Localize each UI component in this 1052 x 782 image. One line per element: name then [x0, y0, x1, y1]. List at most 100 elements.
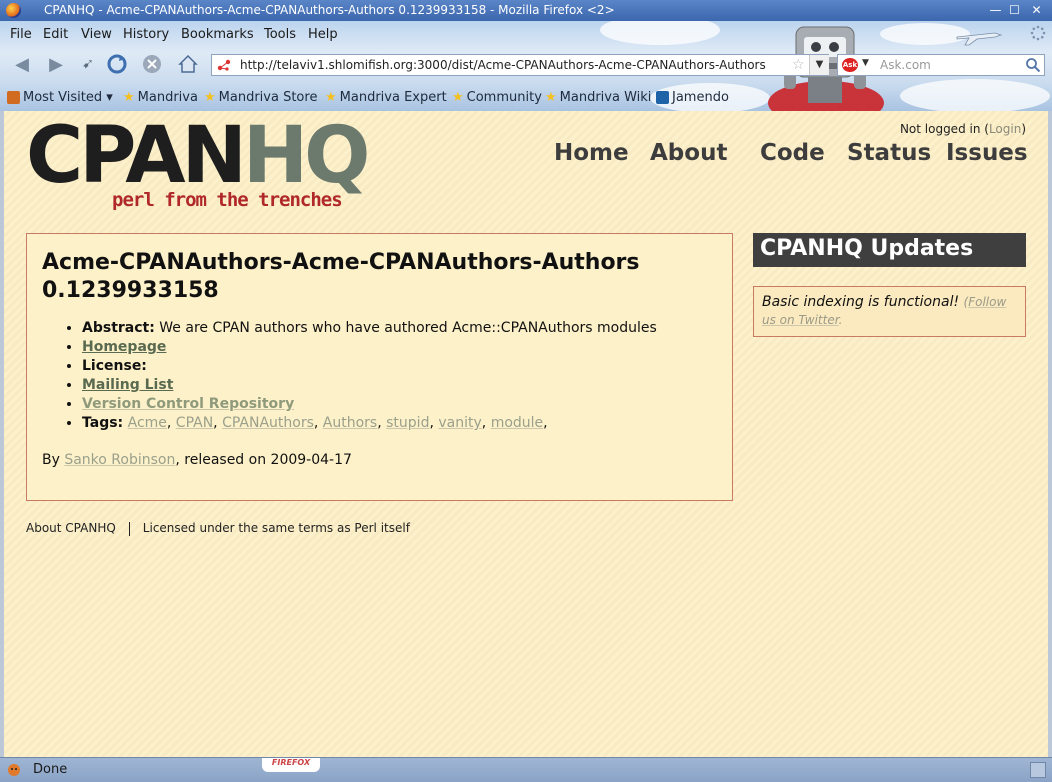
- bookmark-mandriva-expert[interactable]: ★ Mandriva Expert: [325, 90, 447, 105]
- login-link[interactable]: Login: [989, 122, 1021, 136]
- bookmark-mandriva[interactable]: ★ Mandriva: [123, 90, 198, 105]
- menu-bookmarks[interactable]: Bookmarks: [181, 27, 254, 42]
- page-content: CPANHQ perl from the trenches Not logged…: [4, 111, 1048, 757]
- list-item: Mailing List: [82, 376, 722, 395]
- list-item: Tags: Acme, CPAN, CPANAuthors, Authors, …: [82, 414, 722, 433]
- url-text[interactable]: http://telaviv1.shlomifish.org:3000/dist…: [240, 58, 790, 72]
- tag-authors[interactable]: Authors: [323, 415, 377, 431]
- list-item: License:: [82, 357, 722, 376]
- tag-module[interactable]: module: [491, 415, 543, 431]
- status-text: Done: [33, 762, 68, 777]
- menu-help[interactable]: Help: [308, 27, 338, 42]
- mailing-list-link[interactable]: Mailing List: [82, 377, 173, 393]
- logo-cpan: CPAN: [26, 111, 247, 201]
- bookmark-most-visited[interactable]: Most Visited ▾: [7, 90, 113, 105]
- tags-label: Tags:: [82, 415, 124, 431]
- url-bar[interactable]: http://telaviv1.shlomifish.org:3000/dist…: [211, 54, 829, 76]
- bookmark-mandriva-wiki[interactable]: ★ Mandriva Wiki: [545, 90, 651, 105]
- nav-code[interactable]: Code: [760, 140, 825, 166]
- resize-grip-icon[interactable]: [1030, 762, 1046, 778]
- menu-edit[interactable]: Edit: [43, 27, 68, 42]
- logo-tagline: perl from the trenches: [112, 189, 343, 211]
- author-link[interactable]: Sanko Robinson: [64, 452, 175, 468]
- reload-icon: [107, 54, 127, 74]
- jamendo-icon: [656, 91, 669, 104]
- login-status: Not logged in (Login): [899, 122, 1026, 136]
- list-item: Abstract: We are CPAN authors who have a…: [82, 319, 722, 338]
- back-button[interactable]: ◀: [10, 52, 34, 76]
- nav-issues[interactable]: Issues: [946, 140, 1028, 166]
- star-icon: ★: [325, 90, 337, 105]
- home-button[interactable]: [176, 52, 200, 76]
- theme-cloud: [600, 21, 720, 45]
- menu-view[interactable]: View: [81, 27, 112, 42]
- logo-hq: HQ: [242, 111, 371, 201]
- search-input[interactable]: Ask.com: [880, 58, 931, 72]
- window-title: CPANHQ - Acme-CPANAuthors-Acme-CPANAutho…: [44, 3, 615, 17]
- license-label: License:: [82, 358, 147, 374]
- tag-stupid[interactable]: stupid: [386, 415, 429, 431]
- theme-cloud: [900, 79, 1050, 111]
- tag-acme[interactable]: Acme: [128, 415, 167, 431]
- distribution-panel: Acme-CPANAuthors-Acme-CPANAuthors-Author…: [26, 233, 733, 501]
- url-dropdown-icon[interactable]: ▼: [809, 55, 829, 75]
- tag-cpan[interactable]: CPAN: [176, 415, 213, 431]
- updates-heading: CPANHQ Updates: [753, 233, 1026, 267]
- search-icon[interactable]: [1025, 57, 1041, 73]
- page-footer: About CPANHQ Licensed under the same term…: [26, 521, 410, 536]
- tag-cpanauthors[interactable]: CPANAuthors: [222, 415, 314, 431]
- footer-license: Licensed under the same terms as Perl it…: [142, 521, 410, 535]
- abstract-label: Abstract:: [82, 320, 155, 336]
- star-icon: ★: [452, 90, 464, 105]
- bookmark-jamendo[interactable]: Jamendo: [656, 90, 729, 105]
- bookmark-mandriva-store[interactable]: ★ Mandriva Store: [204, 90, 317, 105]
- close-button[interactable]: ✕: [1029, 3, 1044, 18]
- status-bar: Done FIREFOX: [0, 757, 1052, 782]
- forward-button[interactable]: ▶: [44, 52, 68, 76]
- stop-button[interactable]: [140, 52, 164, 76]
- star-icon: ★: [123, 90, 135, 105]
- minimize-button[interactable]: —: [988, 3, 1003, 18]
- menu-history[interactable]: History: [123, 27, 169, 42]
- window-titlebar: CPANHQ - Acme-CPANAuthors-Acme-CPANAutho…: [0, 0, 1052, 21]
- author-byline: By Sanko Robinson, released on 2009-04-1…: [42, 452, 352, 468]
- reload-button[interactable]: [105, 52, 129, 76]
- star-icon: ★: [545, 90, 557, 105]
- stop-icon: [143, 55, 161, 73]
- arrow-right-icon: ▶: [49, 53, 63, 75]
- status-fox-icon: [8, 764, 20, 776]
- bookmark-star-icon[interactable]: ☆: [792, 57, 805, 73]
- list-item: Version Control Repository: [82, 395, 722, 414]
- update-message: Basic indexing is functional!: [762, 294, 960, 310]
- arrow-left-icon: ◀: [15, 53, 29, 75]
- firefox-icon: [6, 3, 21, 18]
- homepage-link[interactable]: Homepage: [82, 339, 166, 355]
- airplane-icon: [956, 32, 1003, 46]
- list-item: Homepage: [82, 338, 722, 357]
- footer-about-link[interactable]: About CPANHQ: [26, 521, 116, 535]
- maximize-button[interactable]: ☐: [1007, 3, 1022, 18]
- nav-about[interactable]: About: [650, 140, 727, 166]
- tag-vanity[interactable]: vanity: [438, 415, 481, 431]
- abstract-text: We are CPAN authors who have authored Ac…: [159, 320, 657, 336]
- page-title: Acme-CPANAuthors-Acme-CPANAuthors-Author…: [42, 250, 640, 303]
- vcs-link[interactable]: Version Control Repository: [82, 396, 294, 412]
- search-bar[interactable]: Ask ▼ Ask.com: [837, 54, 1045, 76]
- home-icon: [178, 54, 198, 73]
- firefox-badge: FIREFOX: [262, 758, 320, 772]
- star-icon: ★: [204, 90, 216, 105]
- folder-icon: [7, 91, 20, 104]
- bookmark-community[interactable]: ★ Community: [452, 90, 542, 105]
- bookmark-arrow-icon: ➹: [82, 56, 94, 72]
- nav-home[interactable]: Home: [554, 140, 629, 166]
- ask-engine-icon[interactable]: Ask: [842, 58, 858, 72]
- cpanhq-logo[interactable]: CPANHQ perl from the trenches: [26, 117, 370, 215]
- nav-status[interactable]: Status: [847, 140, 931, 166]
- browser-toolbars: File Edit View History Bookmarks Tools H…: [0, 21, 1052, 111]
- footer-divider: [128, 521, 130, 536]
- site-favicon: [217, 59, 231, 71]
- search-engine-dropdown-icon[interactable]: ▼: [862, 58, 869, 68]
- menu-tools[interactable]: Tools: [264, 27, 296, 42]
- history-dropdown[interactable]: ➹: [76, 52, 100, 76]
- menu-file[interactable]: File: [10, 27, 32, 42]
